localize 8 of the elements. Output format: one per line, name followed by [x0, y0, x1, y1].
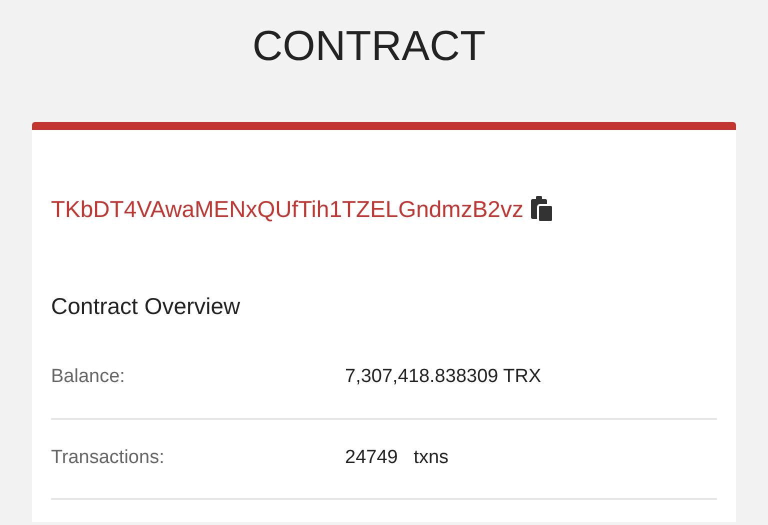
section-title: Contract Overview	[51, 292, 242, 320]
field-value: 24749 txns	[345, 446, 449, 470]
copy-icon[interactable]	[531, 196, 554, 222]
field-label: Balance:	[51, 365, 126, 389]
contract-address[interactable]: TKbDT4VAwaMENxQUfTih1TZELGndmzB2vz	[51, 192, 524, 226]
field-value: 7,307,418.838309 TRX	[345, 365, 542, 389]
page-title: CONTRACT	[251, 21, 487, 71]
field-label: Transactions:	[51, 446, 166, 470]
